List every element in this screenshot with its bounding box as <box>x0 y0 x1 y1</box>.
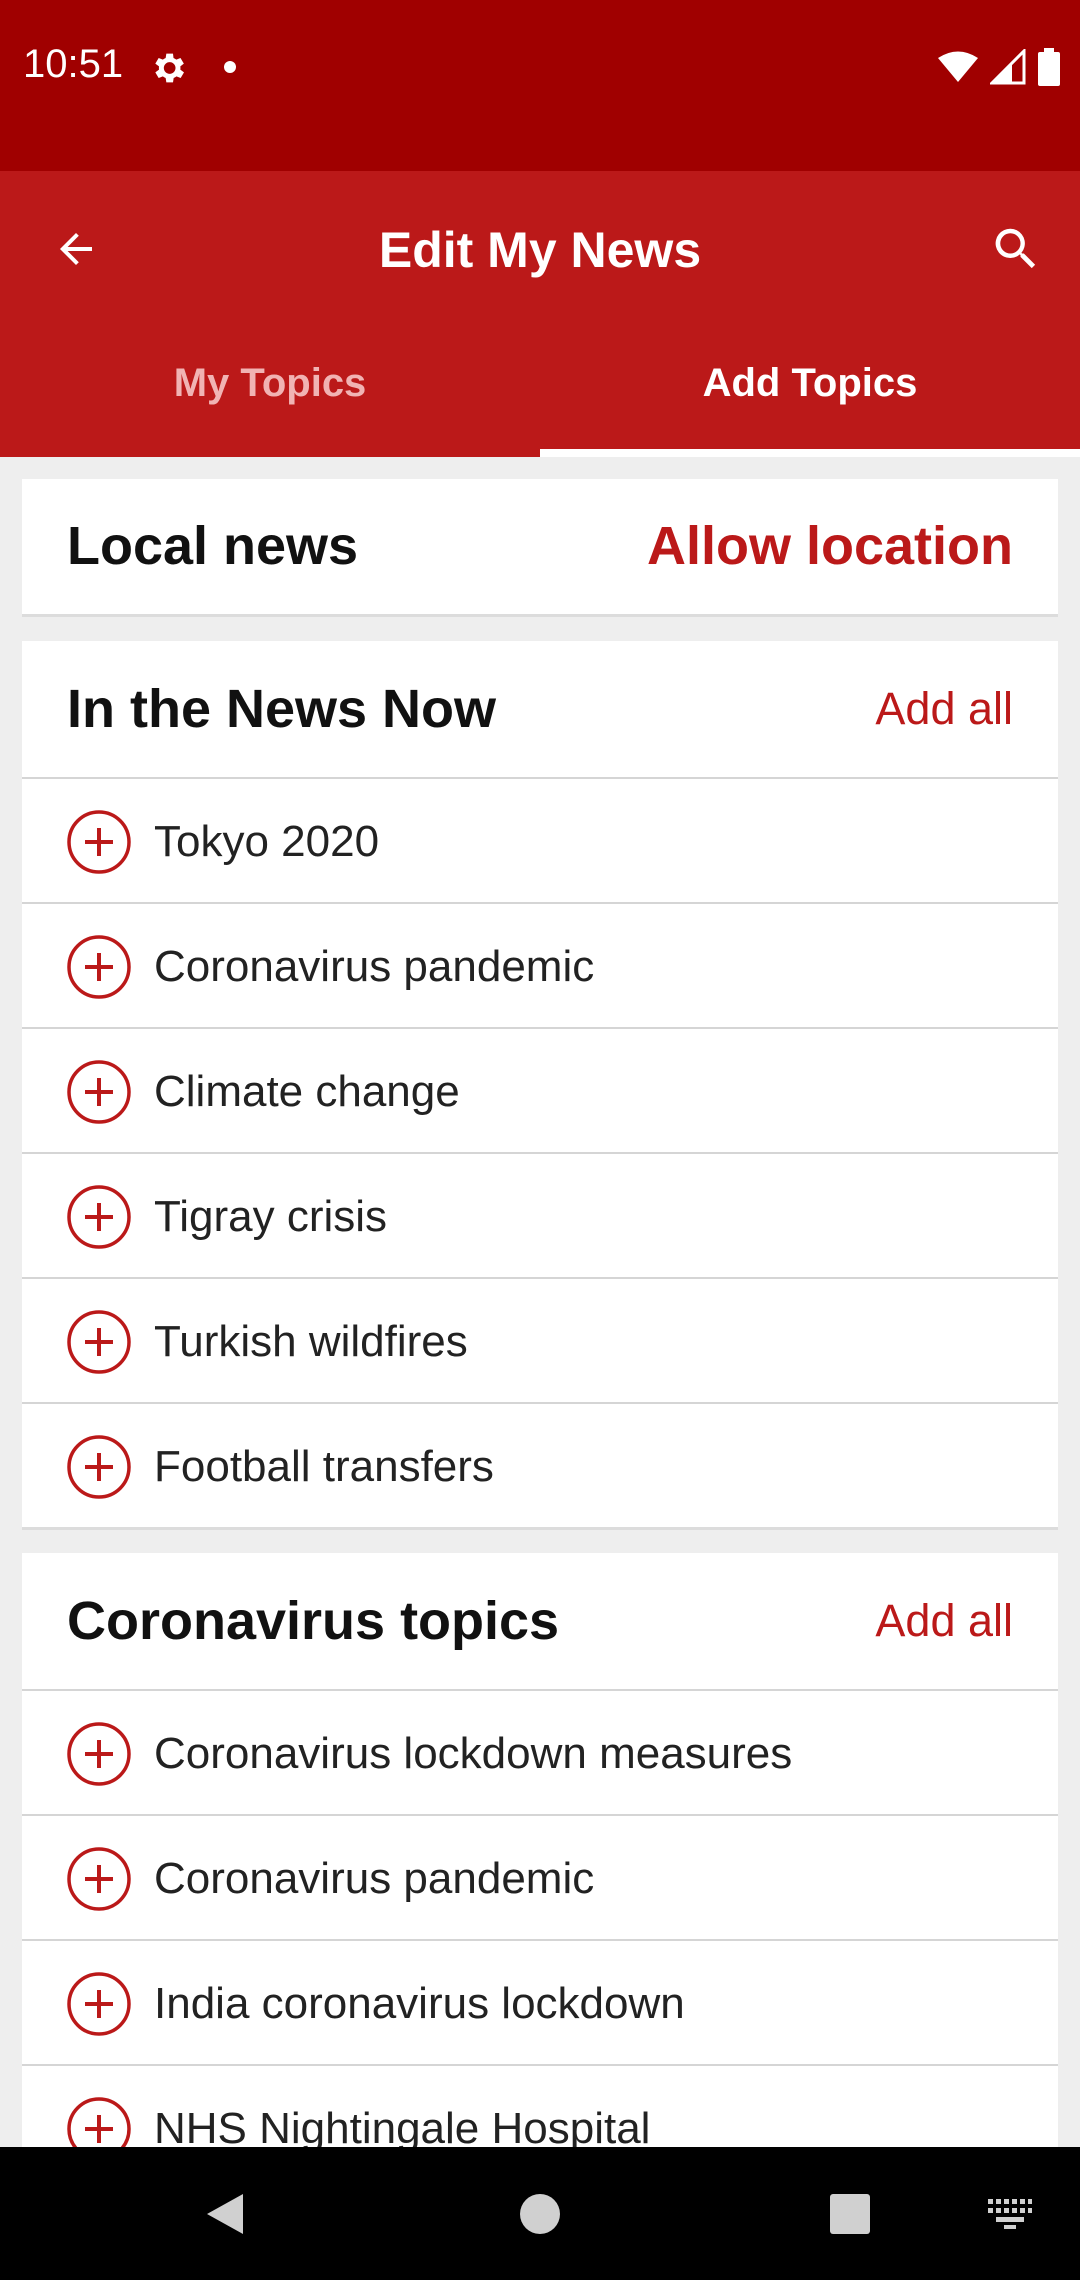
home-circle-icon <box>520 2193 560 2234</box>
signal-icon <box>990 49 1026 85</box>
tab-add-topics[interactable]: Add Topics <box>540 361 1080 451</box>
topic-row[interactable]: Tigray crisis <box>22 1154 1058 1279</box>
section-title: Coronavirus topics <box>67 1591 560 1651</box>
add-circle-icon[interactable] <box>66 2096 132 2147</box>
notification-dot-icon <box>224 61 236 73</box>
topic-row[interactable]: Tokyo 2020 <box>22 779 1058 904</box>
gear-icon <box>155 53 184 83</box>
nav-back-button[interactable] <box>190 2147 260 2280</box>
system-nav-bar <box>0 2147 1080 2280</box>
search-button[interactable] <box>980 217 1052 281</box>
add-circle-icon[interactable] <box>66 1434 132 1500</box>
section-title: In the News Now <box>67 679 497 739</box>
tab-my-topics[interactable]: My Topics <box>0 361 540 451</box>
add-circle-icon[interactable] <box>66 1846 132 1912</box>
tab-indicator <box>540 449 1080 457</box>
battery-icon <box>1038 48 1060 86</box>
nav-home-button[interactable] <box>505 2147 575 2280</box>
status-icons <box>938 46 1060 88</box>
topic-row[interactable]: India coronavirus lockdown <box>22 1941 1058 2066</box>
topic-label: NHS Nightingale Hospital <box>154 2104 651 2147</box>
section-header: Coronavirus topics Add all <box>22 1553 1058 1691</box>
add-circle-icon[interactable] <box>66 1721 132 1787</box>
topic-row[interactable]: Coronavirus pandemic <box>22 1816 1058 1941</box>
topic-row[interactable]: Coronavirus lockdown measures <box>22 1691 1058 1816</box>
wifi-icon <box>938 51 978 82</box>
add-circle-icon[interactable] <box>66 809 132 875</box>
topic-label: India coronavirus lockdown <box>154 1979 685 2028</box>
add-circle-icon[interactable] <box>66 1059 132 1125</box>
topic-row[interactable]: Coronavirus pandemic <box>22 904 1058 1029</box>
topic-row[interactable]: NHS Nightingale Hospital <box>22 2066 1058 2147</box>
local-news-title: Local news <box>67 516 359 576</box>
topic-label: Climate change <box>154 1067 460 1116</box>
topic-label: Turkish wildfires <box>154 1317 468 1366</box>
topic-label: Coronavirus pandemic <box>154 1854 595 1903</box>
add-circle-icon[interactable] <box>66 934 132 1000</box>
status-bar: 10:51 <box>0 0 1080 171</box>
topic-label: Tigray crisis <box>154 1192 388 1241</box>
topic-row[interactable]: Football transfers <box>22 1404 1058 1527</box>
search-icon <box>995 228 1036 269</box>
add-all-button[interactable]: Add all <box>875 1553 1013 1689</box>
topic-label: Coronavirus lockdown measures <box>154 1729 793 1778</box>
topic-label: Football transfers <box>154 1442 494 1491</box>
app-bar: Edit My News My Topics Add Topics <box>0 171 1080 457</box>
status-time: 10:51 <box>23 42 124 86</box>
local-news-card: Local news Allow location <box>22 479 1058 617</box>
topic-label: Coronavirus pandemic <box>154 942 595 991</box>
topic-row[interactable]: Climate change <box>22 1029 1058 1154</box>
recents-square-icon <box>830 2193 870 2234</box>
add-circle-icon[interactable] <box>66 1309 132 1375</box>
topic-label: Tokyo 2020 <box>154 817 380 866</box>
keyboard-icon <box>988 2198 1032 2229</box>
nav-keyboard-button[interactable] <box>975 2147 1045 2280</box>
topic-row[interactable]: Turkish wildfires <box>22 1279 1058 1404</box>
add-circle-icon[interactable] <box>66 1971 132 2037</box>
add-circle-icon[interactable] <box>66 1184 132 1250</box>
section-coronavirus-topics: Coronavirus topics Add all Coronavirus l… <box>22 1553 1058 2147</box>
back-triangle-icon <box>207 2193 243 2234</box>
allow-location-button[interactable]: Allow location <box>647 479 1013 614</box>
topics-list[interactable]: Local news Allow location In the News No… <box>0 457 1080 2147</box>
nav-recents-button[interactable] <box>815 2147 885 2280</box>
section-header: In the News Now Add all <box>22 641 1058 779</box>
section-in-the-news-now: In the News Now Add all Tokyo 2020 Coron… <box>22 641 1058 1530</box>
add-all-button[interactable]: Add all <box>875 641 1013 777</box>
page-title: Edit My News <box>378 222 702 278</box>
